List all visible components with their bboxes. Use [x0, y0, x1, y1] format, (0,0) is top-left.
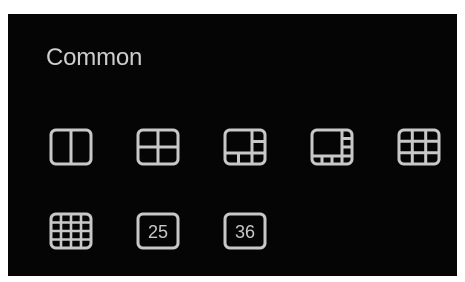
layout-grid-4-button[interactable] — [133, 122, 183, 172]
grid-25-label: 25 — [148, 222, 168, 242]
layout-grid-36-button[interactable]: 36 — [220, 206, 270, 256]
grid-9-icon — [397, 128, 441, 166]
grid-8-icon — [310, 128, 354, 166]
layout-grid-9-button[interactable] — [394, 122, 444, 172]
grid-36-icon: 36 — [223, 212, 267, 250]
split-2-icon — [49, 128, 93, 166]
section-title: Common — [46, 44, 143, 71]
grid-6-icon — [223, 128, 267, 166]
layout-grid-6-button[interactable] — [220, 122, 270, 172]
layout-grid-25-button[interactable]: 25 — [133, 206, 183, 256]
grid-25-icon: 25 — [136, 212, 180, 250]
layout-grid-16-button[interactable] — [46, 206, 96, 256]
layout-grid-8-button[interactable] — [307, 122, 357, 172]
grid-16-icon — [49, 212, 93, 250]
grid-4-icon — [136, 128, 180, 166]
layout-split-2-button[interactable] — [46, 122, 96, 172]
layout-panel: Common 25 36 — [8, 14, 457, 276]
grid-36-label: 36 — [235, 222, 255, 242]
